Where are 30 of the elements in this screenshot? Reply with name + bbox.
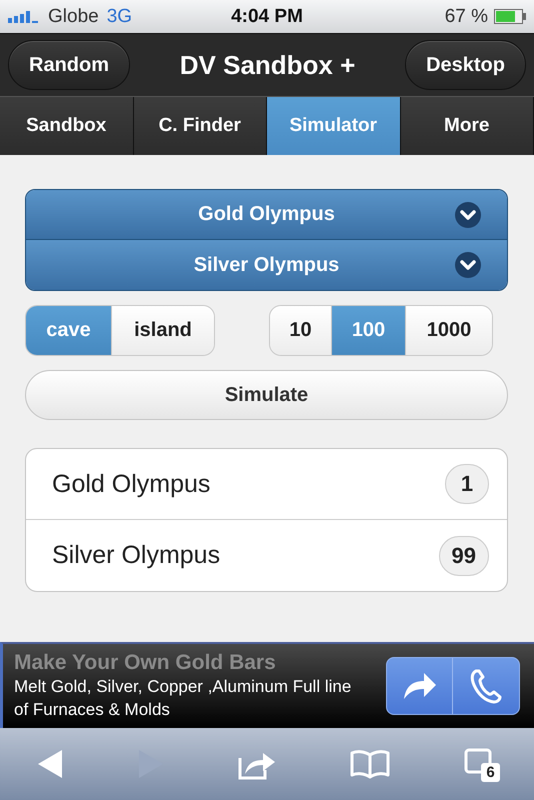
back-button[interactable] (36, 748, 64, 780)
nav-tab[interactable]: C. Finder (134, 97, 267, 155)
battery-percent: 67 % (444, 6, 488, 28)
page-title: DV Sandbox + (180, 50, 356, 80)
network-type: 3G (106, 6, 132, 28)
desktop-button[interactable]: Desktop (405, 40, 526, 90)
count-option[interactable]: 10 (270, 306, 332, 355)
count-option[interactable]: 1000 (406, 306, 492, 355)
battery-icon (494, 9, 526, 24)
arrow-icon (402, 671, 438, 701)
chevron-down-icon (455, 202, 481, 228)
location-option[interactable]: island (112, 306, 214, 355)
carrier-name: Globe (48, 6, 99, 28)
signal-icon (8, 10, 40, 22)
phone-icon (470, 668, 502, 704)
result-name: Silver Olympus (52, 541, 220, 570)
count-badge: 99 (438, 536, 489, 576)
nav-tab[interactable]: Sandbox (0, 97, 134, 155)
result-name: Gold Olympus (52, 470, 210, 498)
clock-time: 4:04 PM (231, 6, 303, 28)
ad-title: Make Your Own Gold Bars (14, 651, 277, 675)
select-menu[interactable]: Silver Olympus (26, 240, 507, 290)
count-badge: 1 (445, 464, 489, 504)
chevron-down-icon (455, 252, 481, 278)
nav-tab[interactable]: More (400, 97, 534, 155)
simulate-button[interactable]: Simulate (25, 370, 508, 420)
bookmarks-button[interactable] (349, 749, 392, 779)
select-menu[interactable]: Gold Olympus (26, 190, 507, 240)
random-button[interactable]: Random (8, 40, 130, 90)
ad-text: Melt Gold, Silver, Copper ,Aluminum Full line of Furnaces & Molds (14, 676, 352, 721)
